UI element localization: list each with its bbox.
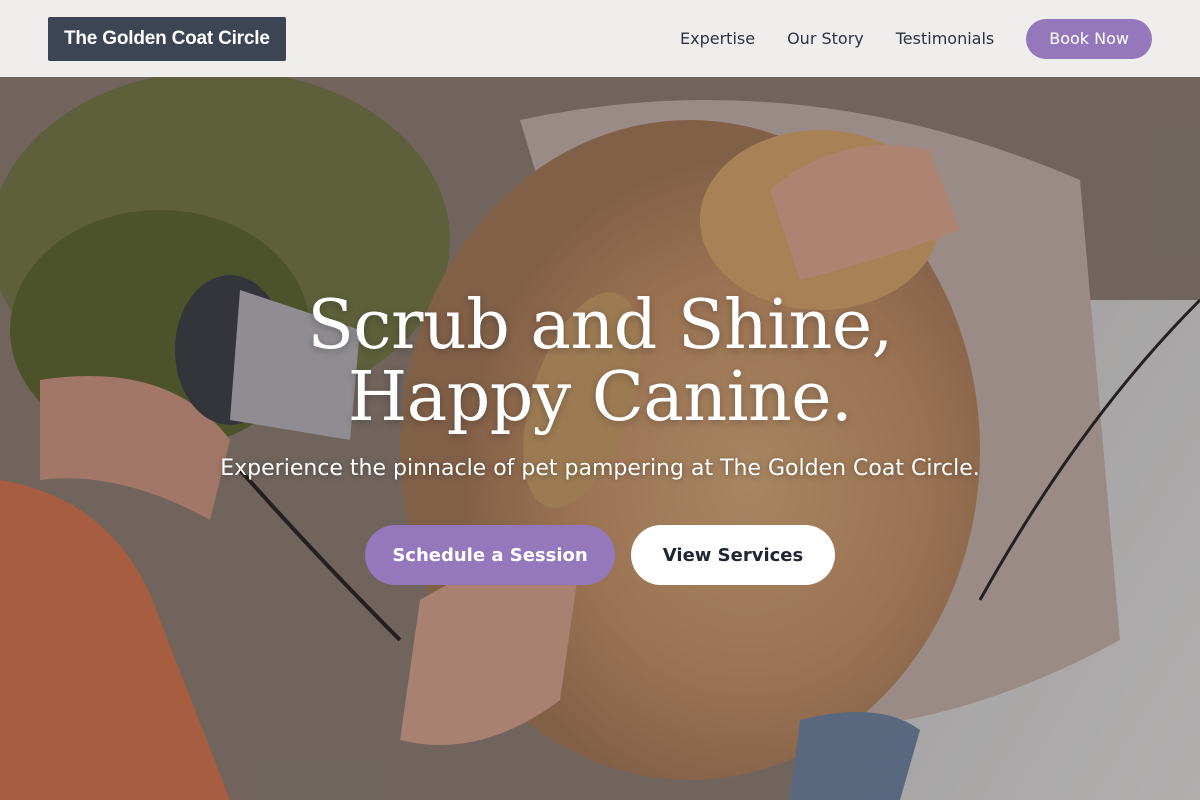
- view-services-button[interactable]: View Services: [631, 525, 835, 585]
- hero-section: Scrub and Shine, Happy Canine. Experienc…: [0, 290, 1200, 585]
- hero-actions: Schedule a Session View Services: [0, 525, 1200, 585]
- book-now-button[interactable]: Book Now: [1026, 18, 1152, 59]
- hero-title: Scrub and Shine, Happy Canine.: [0, 290, 1200, 434]
- brand-logo[interactable]: The Golden Coat Circle: [48, 16, 286, 61]
- hero-subtitle: Experience the pinnacle of pet pampering…: [220, 456, 980, 481]
- schedule-session-button[interactable]: Schedule a Session: [365, 525, 615, 585]
- nav-link-our-story[interactable]: Our Story: [787, 29, 864, 48]
- nav-link-expertise[interactable]: Expertise: [680, 29, 755, 48]
- top-navbar: The Golden Coat Circle Expertise Our Sto…: [0, 0, 1200, 77]
- hero-title-line-1: Scrub and Shine,: [307, 286, 893, 365]
- nav-links: Expertise Our Story Testimonials Book No…: [648, 18, 1152, 59]
- hero-title-line-2: Happy Canine.: [347, 358, 853, 437]
- nav-link-testimonials[interactable]: Testimonials: [896, 29, 995, 48]
